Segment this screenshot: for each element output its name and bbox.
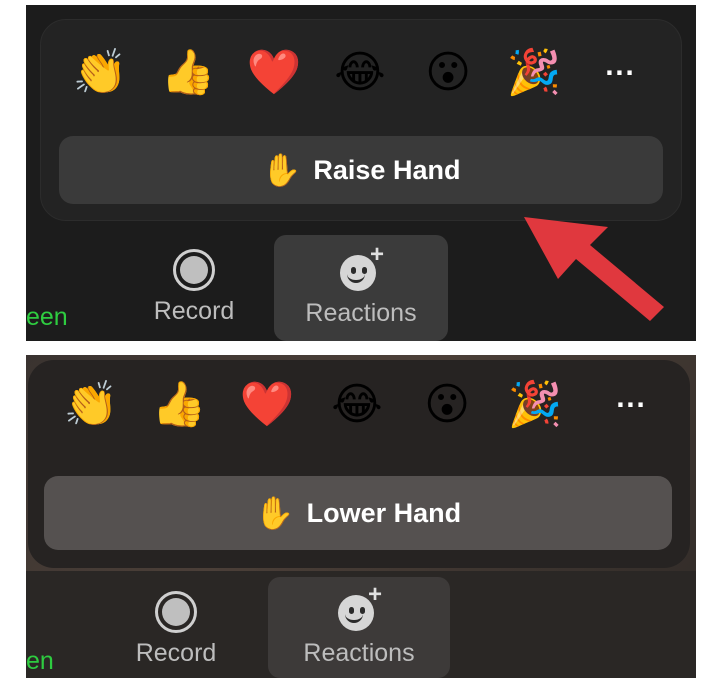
record-button[interactable]: Record — [134, 249, 254, 326]
record-button[interactable]: Record — [116, 591, 236, 668]
raised-hand-icon: ✋ — [261, 152, 302, 188]
smiley-add-icon: + — [338, 241, 384, 293]
bottom-screenshot-panel: 👏 👍 ❤️ 😂 😮 🎉 ··· ✋ Lower Hand en Record … — [26, 355, 696, 678]
arrow-shape — [524, 217, 664, 321]
raised-hand-icon: ✋ — [254, 495, 295, 531]
more-options-icon[interactable]: ··· — [591, 44, 649, 102]
surprised-face-icon[interactable]: 😮 — [418, 376, 476, 434]
raise-hand-label: Raise Hand — [313, 154, 461, 185]
lower-hand-label: Lower Hand — [306, 497, 462, 528]
party-popper-icon[interactable]: 🎉 — [505, 44, 563, 102]
tears-of-joy-icon[interactable]: 😂 — [331, 44, 389, 102]
red-arrow-pointer — [524, 217, 664, 321]
red-heart-icon[interactable]: ❤️ — [238, 376, 296, 434]
thumbs-up-icon[interactable]: 👍 — [159, 44, 217, 102]
clapping-hands-icon[interactable]: 👏 — [62, 376, 120, 434]
share-screen-partial-label[interactable]: een — [26, 303, 68, 332]
smiley-add-icon: + — [336, 581, 382, 633]
record-label: Record — [153, 297, 235, 325]
raise-hand-button[interactable]: ✋ Raise Hand — [59, 136, 663, 204]
emoji-row: 👏 👍 ❤️ 😂 😮 🎉 ··· — [46, 376, 672, 434]
reactions-label: Reactions — [305, 299, 417, 327]
top-screenshot-panel: 👏 👍 ❤️ 😂 😮 🎉 ··· ✋ Raise Hand een Record… — [26, 5, 696, 341]
emoji-row: 👏 👍 ❤️ 😂 😮 🎉 ··· — [59, 44, 663, 102]
red-heart-icon[interactable]: ❤️ — [245, 44, 303, 102]
tears-of-joy-icon[interactable]: 😂 — [328, 376, 386, 434]
reactions-button-content[interactable]: + Reactions — [274, 241, 448, 328]
reactions-popup: 👏 👍 ❤️ 😂 😮 🎉 ··· ✋ Raise Hand — [40, 19, 682, 221]
party-popper-icon[interactable]: 🎉 — [506, 376, 564, 434]
reactions-popup: 👏 👍 ❤️ 😂 😮 🎉 ··· ✋ Lower Hand — [28, 360, 690, 568]
more-options-icon[interactable]: ··· — [602, 376, 660, 434]
clapping-hands-icon[interactable]: 👏 — [71, 44, 129, 102]
surprised-face-icon[interactable]: 😮 — [419, 44, 477, 102]
share-screen-partial-label[interactable]: en — [26, 647, 54, 676]
reactions-label: Reactions — [303, 639, 415, 667]
reactions-button-content[interactable]: + Reactions — [268, 581, 450, 668]
thumbs-up-icon[interactable]: 👍 — [150, 376, 208, 434]
record-icon — [173, 249, 215, 291]
record-label: Record — [135, 639, 217, 667]
record-icon — [155, 591, 197, 633]
lower-hand-button[interactable]: ✋ Lower Hand — [44, 476, 672, 550]
